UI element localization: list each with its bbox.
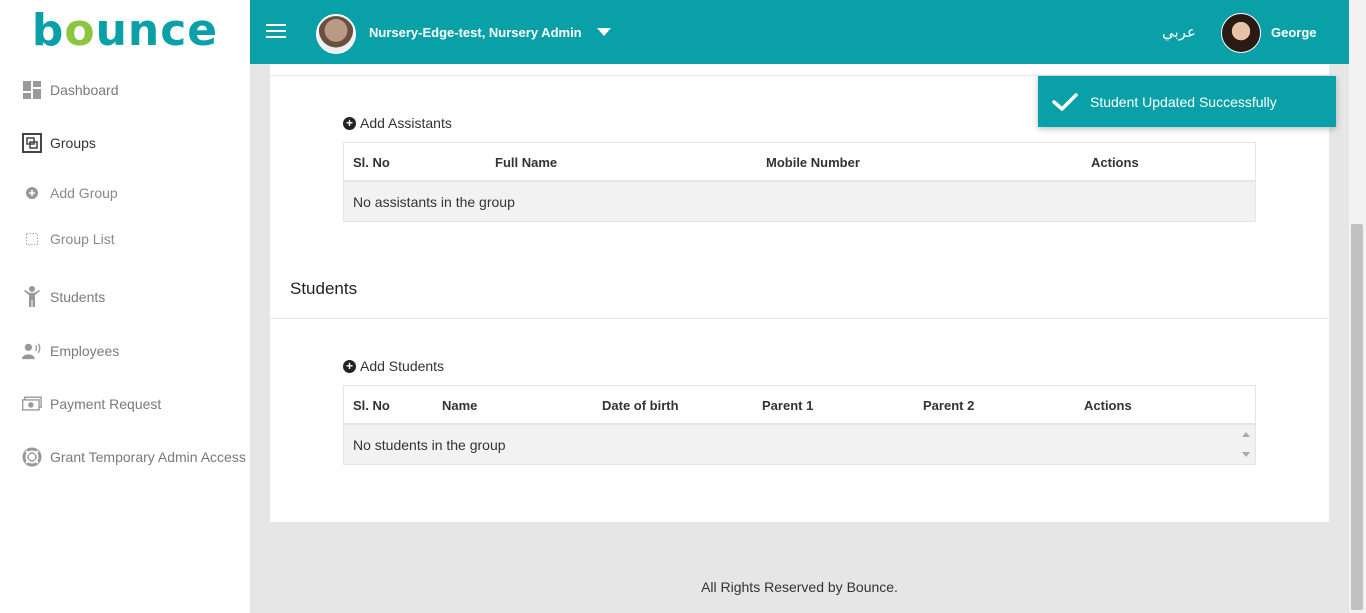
success-toast[interactable]: Student Updated Successfully [1038,76,1336,127]
column-header: Parent 2 [923,398,975,413]
sidebar-item-grant-admin-access[interactable]: Grant Temporary Admin Access [22,447,246,467]
sidebar-item-employees[interactable]: Employees [22,341,119,361]
column-header: Parent 1 [762,398,814,413]
scrollbar-thumb[interactable] [1351,224,1363,610]
user-name[interactable]: George [1271,25,1317,40]
sidebar-item-label: Groups [50,135,96,151]
column-header: Sl. No [353,398,390,413]
nursery-name[interactable]: Nursery-Edge-test, Nursery Admin [369,25,582,40]
table-scrollbar[interactable] [1237,426,1255,466]
empty-message: No assistants in the group [353,194,515,210]
chevron-down-icon[interactable] [597,28,611,36]
sidebar-item-groups[interactable]: Groups [22,133,96,153]
lifebuoy-icon [22,447,42,467]
money-icon [22,394,42,414]
add-students-button[interactable]: + Add Students [343,358,444,374]
dotted-square-icon [24,231,40,247]
nursery-avatar [316,14,356,54]
sidebar-item-dashboard[interactable]: Dashboard [22,80,119,100]
hamburger-menu-icon[interactable] [266,24,286,40]
sidebar-item-label: Grant Temporary Admin Access [50,449,246,465]
sidebar-item-add-group[interactable]: Add Group [24,185,118,201]
column-header: Actions [1084,398,1132,413]
assistants-table: Sl. No Full Name Mobile Number Actions N… [343,142,1256,222]
table-row: No students in the group [344,425,1255,464]
footer-text: All Rights Reserved by Bounce. [701,579,898,595]
checkmark-icon [1052,92,1078,111]
students-section-title: Students [290,279,358,298]
child-icon [22,286,42,307]
group-details-card: + Add Assistants Sl. No Full Name Mobile… [270,64,1329,522]
plus-circle-icon: + [343,116,356,130]
table-header: Sl. No Full Name Mobile Number Actions [344,143,1255,182]
sidebar: bounce Dashboard Groups Add Group Group … [0,0,250,613]
column-header: Actions [1091,155,1139,170]
sidebar-item-students[interactable]: Students [22,286,106,307]
scroll-up-arrow-icon[interactable] [1242,432,1250,437]
students-table: Sl. No Name Date of birth Parent 1 Paren… [343,385,1256,465]
bounce-logo[interactable]: bounce [0,0,250,64]
column-header: Mobile Number [766,155,860,170]
sidebar-item-group-list[interactable]: Group List [24,231,115,247]
sidebar-item-label: Students [50,289,106,305]
column-header: Date of birth [602,398,679,413]
empty-message: No students in the group [353,437,506,453]
top-header: Nursery-Edge-test, Nursery Admin عربي Ge… [250,0,1349,64]
sidebar-item-label: Payment Request [50,396,162,412]
sidebar-item-label: Dashboard [50,82,119,98]
table-header: Sl. No Name Date of birth Parent 1 Paren… [344,386,1255,425]
column-header: Sl. No [353,155,390,170]
sidebar-item-label: Employees [50,343,120,359]
column-header: Full Name [495,155,558,170]
dashboard-icon [22,80,42,100]
sidebar-item-label: Add Group [50,185,118,201]
groups-icon [22,133,42,153]
sidebar-item-payment-request[interactable]: Payment Request [22,394,161,414]
scroll-down-arrow-icon[interactable] [1242,452,1250,457]
language-switch[interactable]: عربي [1162,23,1196,41]
table-row: No assistants in the group [344,182,1255,221]
divider [270,318,1329,319]
toast-message: Student Updated Successfully [1090,93,1277,110]
column-header: Name [442,398,478,413]
plus-circle-icon: + [343,359,356,373]
employee-icon [22,341,42,361]
page-scrollbar[interactable] [1349,0,1366,613]
plus-circle-icon [24,185,40,201]
user-avatar[interactable] [1221,13,1261,53]
add-assistants-button[interactable]: + Add Assistants [343,115,452,131]
sidebar-item-label: Group List [50,231,115,247]
